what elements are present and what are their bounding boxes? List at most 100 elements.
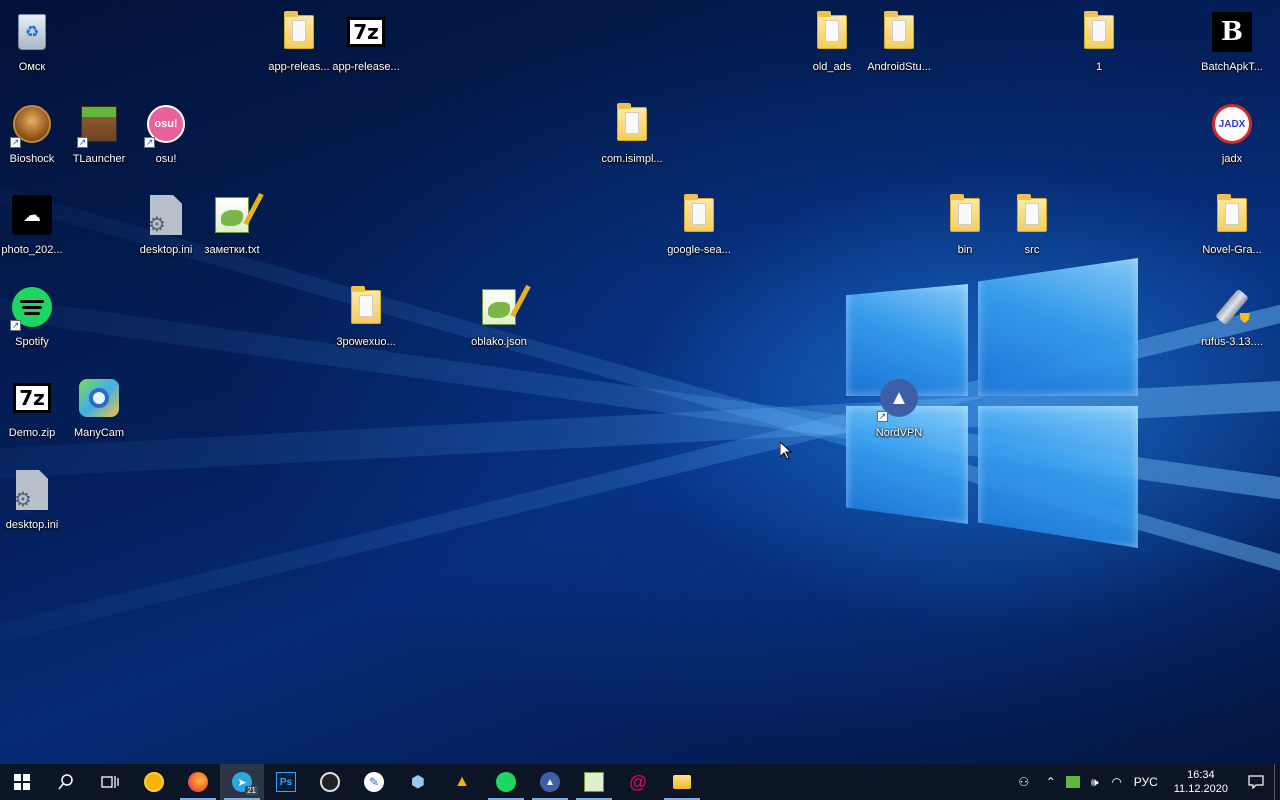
icon-label: TLauncher <box>72 153 126 165</box>
desktop-icon-desktop-ini-2[interactable]: desktop.ini <box>0 462 66 548</box>
firefox-icon <box>188 772 208 792</box>
system-clock[interactable]: 16:34 11.12.2020 <box>1164 768 1238 796</box>
manycam-icon <box>77 376 121 420</box>
show-desktop-button[interactable] <box>1274 764 1280 800</box>
taskbar-app-notes[interactable]: ✎ <box>352 764 396 800</box>
app-icon: ✎ <box>364 772 384 792</box>
virtualbox-icon: ⬢ <box>411 774 425 791</box>
icon-label: Spotify <box>15 336 49 348</box>
spotify-icon: ↗ <box>10 285 54 331</box>
desktop-icon-1[interactable]: 1 <box>1065 4 1133 90</box>
windows-logo-icon <box>14 774 30 790</box>
icon-label: AndroidStu... <box>867 61 931 73</box>
desktop-icon-old-ads[interactable]: old_ads <box>798 4 866 90</box>
7zip-archive-icon: 7z <box>10 376 54 420</box>
debian-swirl-icon: @ <box>629 771 647 792</box>
icon-label: Bioshock <box>9 153 55 165</box>
wifi-icon: ◠ <box>1111 775 1122 789</box>
tlauncher-icon: ↗ <box>77 102 121 148</box>
action-center-button[interactable] <box>1238 764 1274 800</box>
desktop-icon-app-release-2[interactable]: 7z app-release... <box>332 4 400 90</box>
notepad-plus-icon <box>477 284 531 329</box>
desktop-icon-spotify[interactable]: ↗ Spotify <box>0 279 66 365</box>
taskbar-app-telegram[interactable]: ➤ 21 <box>220 764 264 800</box>
taskbar-app-nordvpn[interactable]: ▲ <box>528 764 572 800</box>
desktop-icon-3powexuo[interactable]: 3powexuo... <box>332 279 400 365</box>
desktop-icon-rufus[interactable]: ⛊ rufus-3.13.... <box>1198 279 1266 365</box>
clock-date: 11.12.2020 <box>1173 783 1228 795</box>
osu-icon: osu! ↗ <box>144 102 188 148</box>
chevron-up-icon: ⌃ <box>1045 775 1056 789</box>
show-hidden-icons-button[interactable]: ⌃ <box>1040 764 1062 800</box>
folder-icon <box>344 285 388 329</box>
folder-icon <box>810 10 854 54</box>
nordvpn-icon: ▲ <box>540 772 560 792</box>
desktop-icon-tlauncher[interactable]: ↗ TLauncher <box>65 96 133 182</box>
language-indicator[interactable]: РУС <box>1128 764 1164 800</box>
desktop-icon-bin[interactable]: bin <box>931 187 999 273</box>
taskbar-app-virtualbox[interactable]: ⬢ <box>396 764 440 800</box>
folder-icon <box>277 10 321 54</box>
triangle-app-icon: ▲ <box>454 773 470 790</box>
folder-icon <box>610 102 654 146</box>
desktop-icon-com-isimpl[interactable]: com.isimpl... <box>598 96 666 182</box>
task-view-button[interactable] <box>88 764 132 800</box>
volume-button[interactable]: 🕪 <box>1084 764 1106 800</box>
icon-label: photo_202... <box>1 244 63 256</box>
icon-label: app-release... <box>332 61 400 73</box>
file-explorer-icon <box>673 775 691 789</box>
desktop-icon-zametki[interactable]: заметки.txt <box>198 187 266 273</box>
desktop-icon-bioshock[interactable]: ↗ Bioshock <box>0 96 66 182</box>
network-button[interactable]: ◠ <box>1106 764 1128 800</box>
taskbar-app-chrome-canary[interactable] <box>132 764 176 800</box>
icon-label: bin <box>957 244 973 256</box>
desktop-icon-photo[interactable]: ☁ photo_202... <box>0 187 66 273</box>
tray-app-button[interactable] <box>1062 764 1084 800</box>
shortcut-arrow-icon: ↗ <box>77 137 88 148</box>
taskbar-app-aimp[interactable]: ▲ <box>440 764 484 800</box>
desktop-icon-jadx[interactable]: JADX jadx <box>1198 96 1266 182</box>
desktop-icon-android-studio[interactable]: AndroidStu... <box>865 4 933 90</box>
taskbar-app-obs[interactable] <box>308 764 352 800</box>
nordvpn-icon: ▲ ↗ <box>877 376 921 422</box>
taskbar-app-debian[interactable]: @ <box>616 764 660 800</box>
taskbar-app-photoshop[interactable]: Ps <box>264 764 308 800</box>
folder-icon <box>1010 193 1054 237</box>
icon-label: NordVPN <box>875 427 923 439</box>
shortcut-arrow-icon: ↗ <box>877 411 888 422</box>
start-button[interactable] <box>0 764 44 800</box>
photo-app-icon: ☁ <box>10 193 54 237</box>
folder-icon <box>1077 10 1121 54</box>
desktop-icon-manycam[interactable]: ManyCam <box>65 370 133 456</box>
desktop-icon-oblako-json[interactable]: oblako.json <box>465 279 533 365</box>
desktop-icon-app-release-1[interactable]: app-releas... <box>265 4 333 90</box>
taskbar-app-spotify[interactable] <box>484 764 528 800</box>
7zip-archive-icon: 7z <box>344 10 388 54</box>
icon-label: src <box>1024 244 1040 256</box>
desktop-icon-src[interactable]: src <box>998 187 1066 273</box>
search-button[interactable] <box>44 764 88 800</box>
folder-icon <box>877 10 921 54</box>
desktop-icon-recycle-bin[interactable]: ♻ Омск <box>0 4 66 90</box>
desktop-icon-osu[interactable]: osu! ↗ osu! <box>132 96 200 182</box>
taskbar-app-firefox[interactable] <box>176 764 220 800</box>
desktop-icon-batchapk[interactable]: B BatchApkT... <box>1198 4 1266 90</box>
notepad-plus-icon <box>210 192 264 237</box>
icon-label: old_ads <box>812 61 852 73</box>
bioshock-icon: ↗ <box>10 102 54 148</box>
desktop-icon-nordvpn[interactable]: ▲ ↗ NordVPN <box>865 370 933 456</box>
icon-label: jadx <box>1221 153 1243 165</box>
desktop-icon-demo-zip[interactable]: 7z Demo.zip <box>0 370 66 456</box>
people-button[interactable]: ⚇ <box>1008 764 1040 800</box>
icon-label: app-releas... <box>268 61 330 73</box>
icon-label: ManyCam <box>73 427 125 439</box>
icon-label: google-sea... <box>667 244 731 256</box>
spotify-icon <box>496 772 516 792</box>
taskbar-app-notepad-plus[interactable] <box>572 764 616 800</box>
photoshop-icon: Ps <box>276 772 296 792</box>
taskbar-app-file-explorer[interactable] <box>660 764 704 800</box>
desktop-icon-novel-gra[interactable]: Novel-Gra... <box>1198 187 1266 273</box>
desktop-icon-google-sea[interactable]: google-sea... <box>665 187 733 273</box>
icon-label: Novel-Gra... <box>1202 244 1262 256</box>
desktop-icon-desktop-ini-1[interactable]: desktop.ini <box>132 187 200 273</box>
